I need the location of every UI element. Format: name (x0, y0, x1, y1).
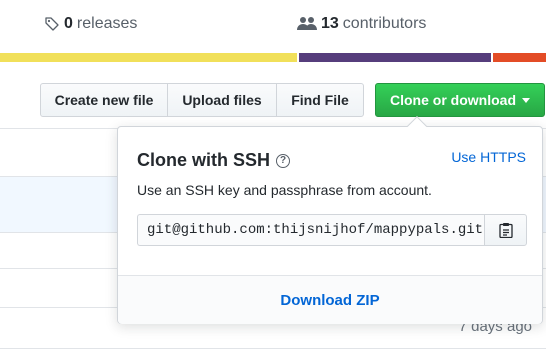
clone-or-download-label: Clone or download (390, 92, 516, 108)
question-icon[interactable]: ? (276, 153, 291, 168)
repo-summary: 0 releases 13 contributors (0, 0, 546, 50)
language-bar-segment[interactable] (0, 53, 298, 62)
clone-url-group: git@github.com:thijsnijhof/mappypals.git (137, 214, 527, 246)
file-list-divider (0, 348, 546, 349)
people-icon (297, 17, 317, 30)
clone-popup: Clone with SSH ? Use HTTPS Use an SSH ke… (117, 126, 543, 324)
clone-or-download-button[interactable]: Clone or download (375, 83, 545, 117)
copy-url-button[interactable] (484, 214, 527, 246)
clone-popup-description: Use an SSH key and passphrase from accou… (137, 182, 432, 198)
contributors-count: 13 (321, 15, 339, 32)
upload-files-button[interactable]: Upload files (167, 83, 277, 117)
clipboard-icon (498, 223, 513, 238)
create-new-file-button[interactable]: Create new file (40, 83, 168, 117)
clone-popup-title: Clone with SSH (137, 150, 271, 170)
tag-icon (45, 17, 59, 31)
find-file-button[interactable]: Find File (276, 83, 364, 117)
language-bar[interactable] (0, 53, 546, 62)
download-zip-link[interactable]: Download ZIP (118, 292, 542, 309)
clone-popup-title-row: Clone with SSH ? (137, 150, 291, 171)
contributors-label: contributors (342, 15, 427, 32)
use-https-link[interactable]: Use HTTPS (451, 149, 526, 165)
releases-link[interactable]: 0 releases (44, 15, 137, 33)
contributors-link[interactable]: 13 contributors (297, 15, 426, 33)
clone-url-input[interactable]: git@github.com:thijsnijhof/mappypals.git (137, 214, 484, 246)
language-bar-segment[interactable] (299, 53, 492, 62)
releases-count: 0 (64, 15, 73, 32)
caret-down-icon (522, 97, 530, 103)
releases-label: releases (76, 15, 138, 32)
language-bar-segment[interactable] (493, 53, 546, 62)
